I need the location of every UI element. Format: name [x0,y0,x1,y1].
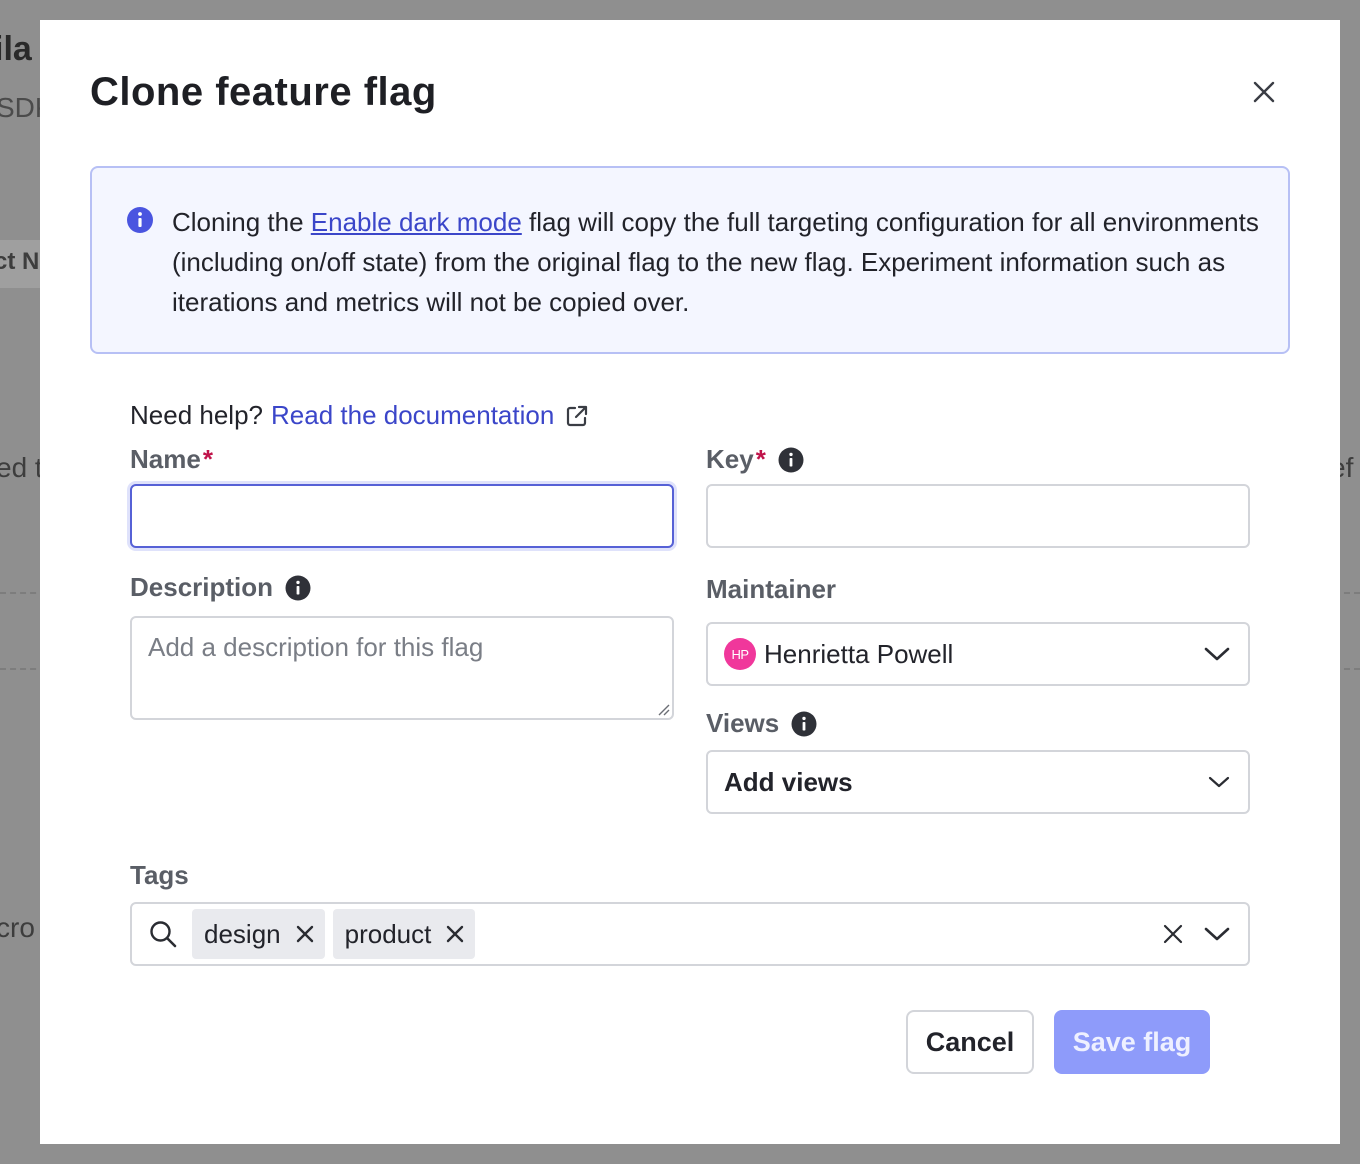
tag-chip: product [332,909,476,959]
cancel-button[interactable]: Cancel [906,1010,1034,1074]
info-circle-icon[interactable] [285,575,311,601]
description-label: Description [130,572,311,603]
description-label-text: Description [130,572,274,602]
chevron-down-icon [1204,647,1230,661]
name-field[interactable] [130,484,674,548]
remove-tag-icon[interactable] [295,924,315,944]
external-link-icon [567,405,588,426]
info-circle-icon [127,207,153,233]
description-field[interactable] [130,616,674,720]
key-input[interactable] [708,486,1248,546]
clear-tags-icon[interactable] [1162,923,1184,945]
views-placeholder: Add views [724,766,853,797]
key-label: Key * [706,444,804,475]
views-select-value: Add views [708,752,1248,812]
avatar: HP [724,638,756,670]
remove-tag-icon[interactable] [445,924,465,944]
views-select[interactable]: Add views [706,750,1250,814]
chevron-down-icon [1208,776,1230,788]
maintainer-name: Henrietta Powell [764,638,954,669]
name-label-text: Name [130,444,201,474]
background-left-text: ed t [0,452,43,483]
close-button[interactable] [1244,72,1284,112]
documentation-link[interactable]: Read the documentation [271,400,554,431]
required-mark: * [755,444,766,474]
name-input[interactable] [132,486,672,546]
info-prefix: Cloning the [172,207,311,237]
clone-flag-modal: Clone feature flag Cloning the Enable da… [40,20,1340,1144]
save-flag-button[interactable]: Save flag [1054,1010,1210,1074]
resize-handle-icon[interactable] [656,702,670,716]
background-title: ila [0,30,32,68]
maintainer-select[interactable]: HP Henrietta Powell [706,622,1250,686]
info-callout: Cloning the Enable dark mode flag will c… [90,166,1290,354]
tag-label: product [344,918,432,949]
search-icon [150,921,177,948]
tags-label-text: Tags [130,860,189,890]
description-textarea[interactable] [132,618,672,718]
maintainer-label: Maintainer [706,574,836,605]
close-icon [1253,81,1275,103]
chevron-down-icon[interactable] [1204,926,1230,942]
help-prefix: Need help? [130,400,263,430]
tag-label: design [204,918,281,949]
maintainer-select-value: HP Henrietta Powell [708,624,1248,684]
views-label: Views [706,708,817,739]
required-mark: * [202,444,213,474]
tags-multiselect[interactable]: design product [130,902,1250,966]
help-row: Need help? Read the documentation [130,400,590,431]
maintainer-label-text: Maintainer [706,574,837,604]
info-message: Cloning the Enable dark mode flag will c… [172,202,1272,322]
key-label-text: Key [706,444,754,474]
modal-title: Clone feature flag [90,70,437,114]
name-label: Name * [130,444,213,475]
tags-label: Tags [130,860,189,891]
key-field[interactable] [706,484,1250,548]
tags-content: design product [132,904,1248,964]
flag-link[interactable]: Enable dark mode [311,207,522,237]
info-circle-icon[interactable] [791,711,817,737]
info-circle-icon[interactable] [778,447,804,473]
background-bottom-text: cro [0,912,35,943]
tag-chip: design [192,909,325,959]
views-label-text: Views [706,708,780,738]
